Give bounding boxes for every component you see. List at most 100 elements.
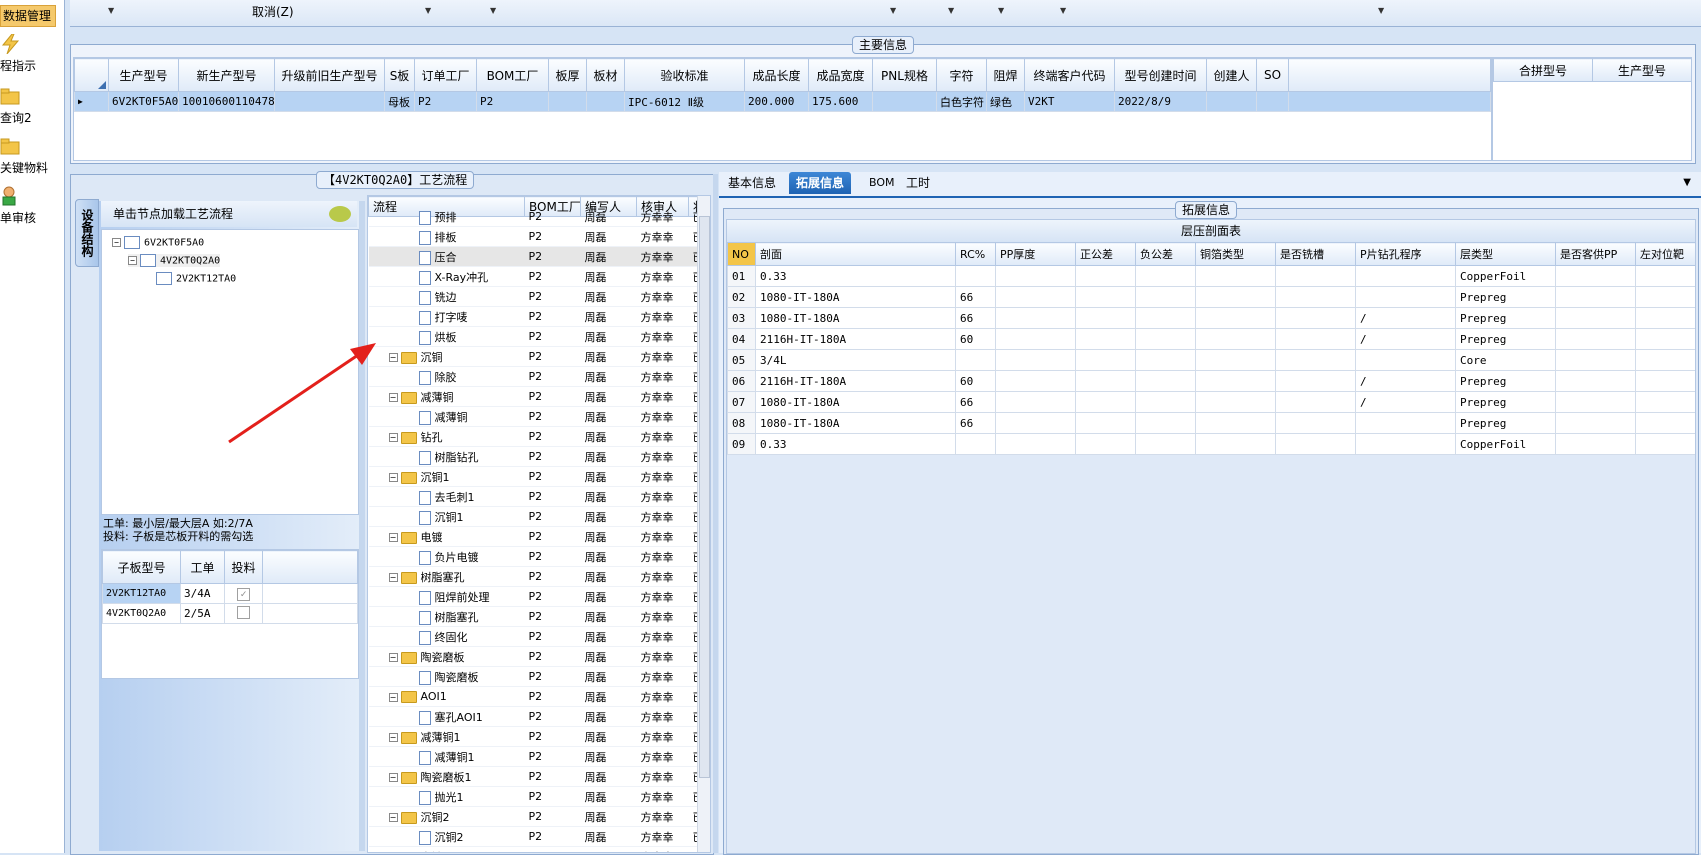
process-row[interactable]: −沉铜P2周磊方幸幸已审核	[368, 346, 710, 367]
table-cell[interactable]	[1195, 370, 1276, 392]
column-header[interactable]: NO	[727, 242, 756, 266]
process-writer-cell[interactable]: 周磊	[580, 666, 637, 687]
process-writer-cell[interactable]: 周磊	[580, 806, 637, 827]
process-factory-cell[interactable]: P2	[524, 726, 581, 747]
process-reviewer-cell[interactable]: 方幸幸	[636, 446, 689, 467]
process-factory-cell[interactable]: P2	[524, 346, 581, 367]
table-cell[interactable]	[1275, 349, 1356, 371]
process-name-cell[interactable]: 除胶	[368, 366, 525, 387]
table-cell[interactable]	[548, 91, 587, 112]
process-reviewer-cell[interactable]: 方幸幸	[636, 826, 689, 847]
collapse-icon[interactable]: −	[388, 692, 398, 702]
table-row[interactable]: 2V2KT12TA0 3/4A ✓	[102, 583, 358, 604]
layer-row[interactable]: 04 2116H-IT-180A 60 /Prepreg	[727, 328, 1695, 350]
process-row[interactable]: 减薄铜P2周磊方幸幸已审核	[368, 406, 710, 427]
table-cell[interactable]	[1195, 286, 1276, 308]
table-cell[interactable]	[1135, 412, 1196, 434]
nav-item-query2[interactable]: 查询2	[0, 86, 60, 126]
process-reviewer-cell[interactable]: 方幸幸	[636, 706, 689, 727]
process-writer-cell[interactable]: 周磊	[580, 646, 637, 667]
table-cell[interactable]	[1275, 328, 1356, 350]
process-reviewer-cell[interactable]: 方幸幸	[636, 546, 689, 567]
process-reviewer-cell[interactable]: 方幸幸	[636, 346, 689, 367]
collapse-icon[interactable]: −	[388, 733, 398, 742]
table-cell[interactable]: Prepreg	[1455, 286, 1556, 308]
table-cell[interactable]	[995, 412, 1076, 434]
process-factory-cell[interactable]: P2	[524, 366, 581, 387]
collapse-icon[interactable]: −	[388, 533, 398, 542]
process-row[interactable]: −AOI1P2周磊方幸幸已审核	[368, 686, 710, 707]
column-header[interactable]: 铜箔类型	[1195, 242, 1276, 266]
process-reviewer-cell[interactable]: 方幸幸	[636, 206, 689, 227]
table-cell[interactable]	[1075, 370, 1136, 392]
table-cell[interactable]: 4V2KT0Q2A0	[102, 603, 181, 624]
table-cell[interactable]: 02	[727, 286, 756, 308]
table-cell[interactable]: 2116H-IT-180A	[755, 328, 956, 350]
process-reviewer-cell[interactable]: 方幸幸	[636, 486, 689, 507]
table-cell[interactable]	[1135, 307, 1196, 329]
column-header[interactable]: 投料	[224, 550, 263, 584]
collapse-icon[interactable]: −	[388, 393, 398, 402]
table-cell[interactable]	[1555, 328, 1636, 350]
table-cell[interactable]	[995, 391, 1076, 413]
column-header[interactable]: BOM工厂	[476, 58, 549, 92]
process-row[interactable]: 抛光1P2周磊方幸幸已审核	[368, 786, 710, 807]
table-cell[interactable]	[1275, 433, 1356, 455]
column-header[interactable]: 工单	[180, 550, 225, 584]
layer-row[interactable]: 07 1080-IT-180A 66 /Prepreg	[727, 391, 1695, 413]
table-cell[interactable]: Prepreg	[1455, 370, 1556, 392]
cancel-button[interactable]: 取消(Z)	[252, 3, 294, 20]
process-factory-cell[interactable]: P2	[524, 746, 581, 767]
table-cell[interactable]	[872, 91, 937, 112]
column-header[interactable]: 层类型	[1455, 242, 1556, 266]
process-writer-cell[interactable]: 周磊	[580, 526, 637, 547]
process-row[interactable]: 沉铜2P2周磊方幸幸已审核	[368, 826, 710, 847]
process-name-cell[interactable]: 陶瓷磨板	[368, 666, 525, 687]
process-name-cell[interactable]: 烘板	[368, 326, 525, 347]
table-cell[interactable]: 66	[955, 412, 996, 434]
process-reviewer-cell[interactable]: 方幸幸	[636, 666, 689, 687]
process-name-cell[interactable]: 沉铜2	[368, 826, 525, 847]
table-cell[interactable]	[1256, 91, 1289, 112]
process-writer-cell[interactable]: 周磊	[580, 446, 637, 467]
process-writer-cell[interactable]: 周磊	[580, 566, 637, 587]
process-name-cell[interactable]: − 沉铜2	[368, 806, 525, 827]
chevron-down-icon[interactable]: ▼	[1378, 6, 1384, 15]
column-header[interactable]: P片钻孔程序	[1355, 242, 1456, 266]
process-reviewer-cell[interactable]: 方幸幸	[636, 306, 689, 327]
process-row[interactable]: 排板P2周磊方幸幸已审核	[368, 226, 710, 247]
process-factory-cell[interactable]: P2	[524, 846, 581, 852]
table-cell[interactable]: Prepreg	[1455, 391, 1556, 413]
chevron-down-icon[interactable]: ▼	[890, 6, 896, 15]
process-reviewer-cell[interactable]: 方幸幸	[636, 566, 689, 587]
table-cell[interactable]	[586, 91, 625, 112]
column-header[interactable]: 正公差	[1075, 242, 1136, 266]
process-factory-cell[interactable]: P2	[524, 626, 581, 647]
process-row[interactable]: 塞孔AOI1P2周磊方幸幸已审核	[368, 706, 710, 727]
table-cell[interactable]	[1135, 391, 1196, 413]
tab-bom[interactable]: BOM	[862, 172, 902, 194]
process-name-cell[interactable]: 排板	[368, 226, 525, 247]
table-cell[interactable]: 1080-IT-180A	[755, 412, 956, 434]
process-row[interactable]: −树脂塞孔P2周磊方幸幸已审核	[368, 566, 710, 587]
process-name-cell[interactable]: 阻焊前处理	[368, 586, 525, 607]
process-row[interactable]: −陶瓷磨板1P2周磊方幸幸已审核	[368, 766, 710, 787]
process-row[interactable]: 除胶P2周磊方幸幸已审核	[368, 366, 710, 387]
table-cell[interactable]	[1275, 412, 1356, 434]
process-reviewer-cell[interactable]: 方幸幸	[636, 806, 689, 827]
process-reviewer-cell[interactable]: 方幸幸	[636, 846, 689, 852]
collapse-icon[interactable]: −	[388, 433, 398, 442]
process-factory-cell[interactable]: P2	[524, 786, 581, 807]
process-reviewer-cell[interactable]: 方幸幸	[636, 686, 689, 707]
panel-splitter[interactable]	[713, 174, 718, 853]
table-cell[interactable]	[995, 328, 1076, 350]
process-writer-cell[interactable]: 周磊	[580, 466, 637, 487]
table-cell[interactable]: P2	[414, 91, 477, 112]
process-factory-cell[interactable]: P2	[524, 606, 581, 627]
column-header[interactable]: PNL规格	[872, 58, 937, 92]
table-cell[interactable]	[1135, 265, 1196, 287]
table-cell[interactable]: 1080-IT-180A	[755, 391, 956, 413]
process-writer-cell[interactable]: 周磊	[580, 726, 637, 747]
process-writer-cell[interactable]: 周磊	[580, 746, 637, 767]
table-cell[interactable]	[1555, 265, 1636, 287]
